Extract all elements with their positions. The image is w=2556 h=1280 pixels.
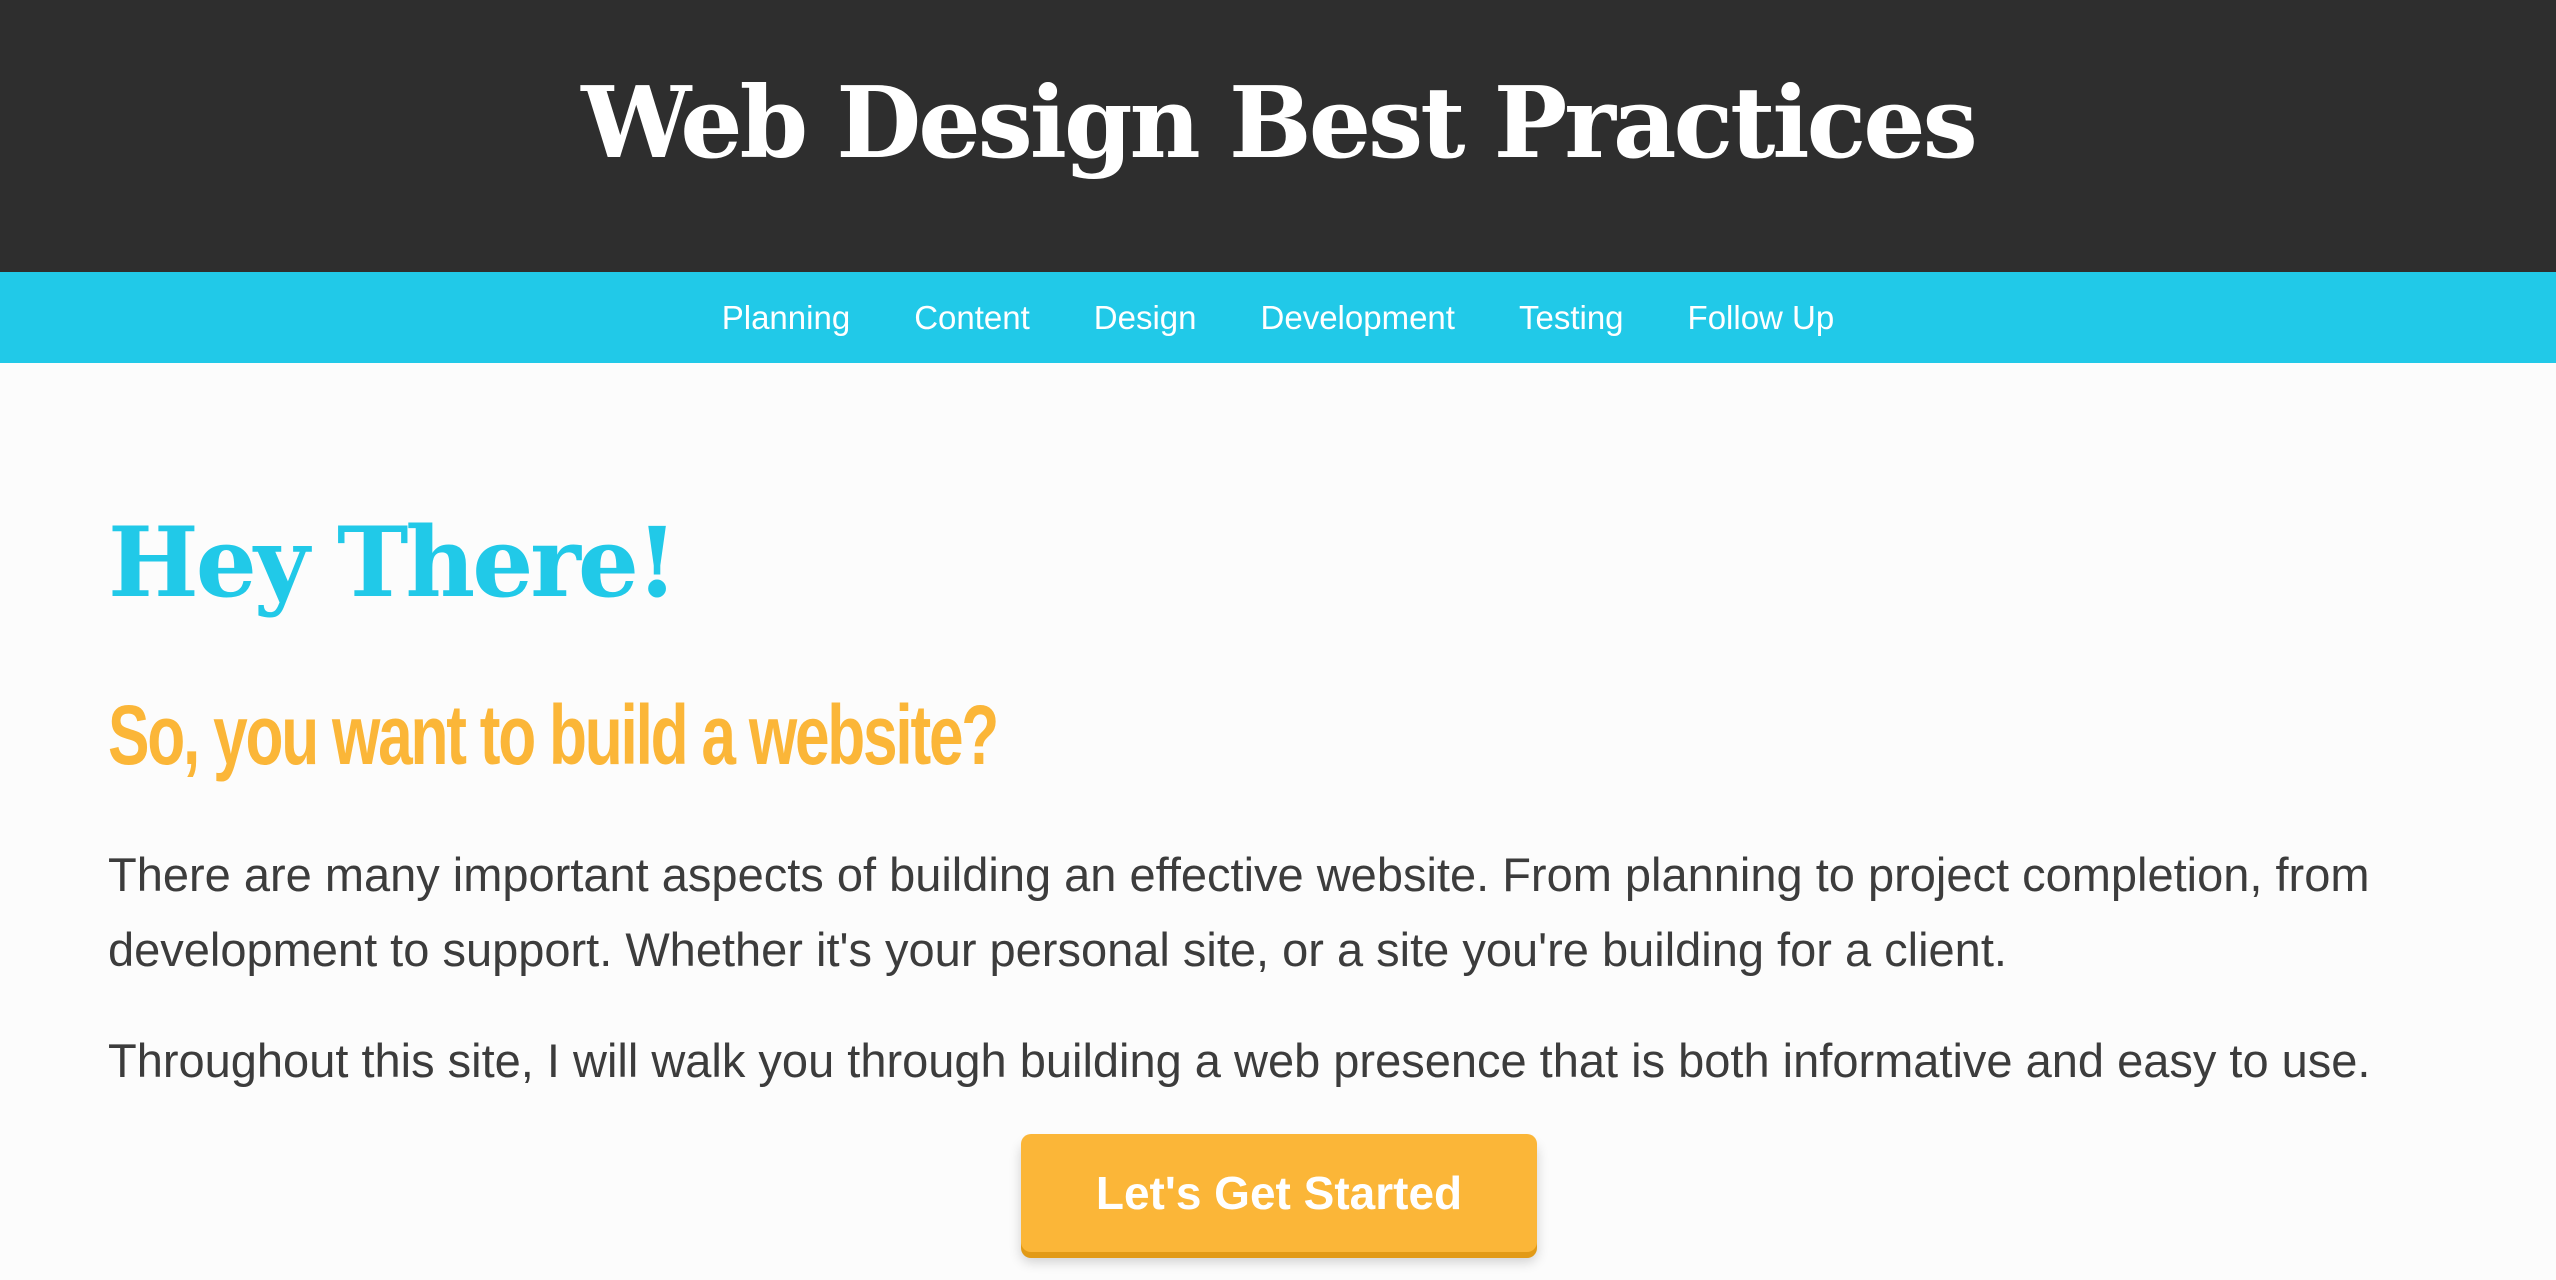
main-nav: Planning Content Design Development Test…: [0, 272, 2556, 363]
site-header: Web Design Best Practices: [0, 0, 2556, 272]
walkthrough-paragraph: Throughout this site, I will walk you th…: [108, 1034, 2371, 1087]
nav-list: Planning Content Design Development Test…: [690, 299, 1867, 337]
nav-item-planning[interactable]: Planning: [722, 299, 850, 336]
hero-title: Hey There!: [108, 506, 678, 619]
site-title: Web Design Best Practices: [581, 66, 1978, 181]
nav-item-follow-up[interactable]: Follow Up: [1688, 299, 1835, 336]
nav-item-development[interactable]: Development: [1261, 299, 1455, 336]
nav-item-design[interactable]: Design: [1094, 299, 1197, 336]
hero-subtitle: So, you want to build a website?: [108, 688, 999, 782]
nav-item-testing[interactable]: Testing: [1519, 299, 1624, 336]
nav-item-content[interactable]: Content: [914, 299, 1030, 336]
intro-paragraph: There are many important aspects of buil…: [108, 848, 2370, 976]
get-started-button[interactable]: Let's Get Started: [1021, 1134, 1537, 1252]
